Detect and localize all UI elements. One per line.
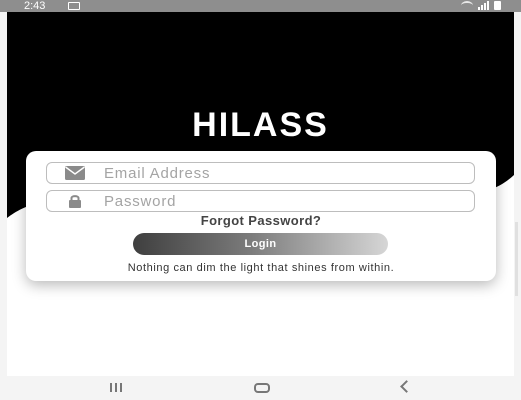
home-icon[interactable] <box>254 383 270 393</box>
back-icon[interactable] <box>400 380 413 393</box>
recent-apps-icon[interactable] <box>110 383 122 392</box>
lock-icon <box>65 194 85 208</box>
status-time: 2:43 <box>24 0 46 12</box>
login-button[interactable]: Login <box>133 233 388 255</box>
edge-panel-handle[interactable] <box>515 222 518 296</box>
login-card: Forgot Password? Login Nothing can dim t… <box>26 151 496 281</box>
notification-icon <box>68 2 80 10</box>
password-input[interactable] <box>104 191 474 211</box>
wifi-icon <box>461 1 473 10</box>
status-indicators <box>461 1 501 10</box>
battery-icon <box>494 1 501 10</box>
phone-screen: 2:43 HILASS Email Address Forgot Passwor… <box>0 0 521 400</box>
password-field[interactable] <box>46 190 475 212</box>
app-title: HILASS <box>192 106 329 144</box>
forgot-password-link[interactable]: Forgot Password? <box>26 213 496 228</box>
email-input[interactable] <box>104 163 474 183</box>
signal-icon <box>478 1 489 10</box>
tagline-quote: Nothing can dim the light that shines fr… <box>127 262 395 274</box>
envelope-icon <box>65 166 85 180</box>
navigation-bar <box>0 376 521 400</box>
email-field[interactable] <box>46 162 475 184</box>
status-bar: 2:43 <box>0 0 521 12</box>
